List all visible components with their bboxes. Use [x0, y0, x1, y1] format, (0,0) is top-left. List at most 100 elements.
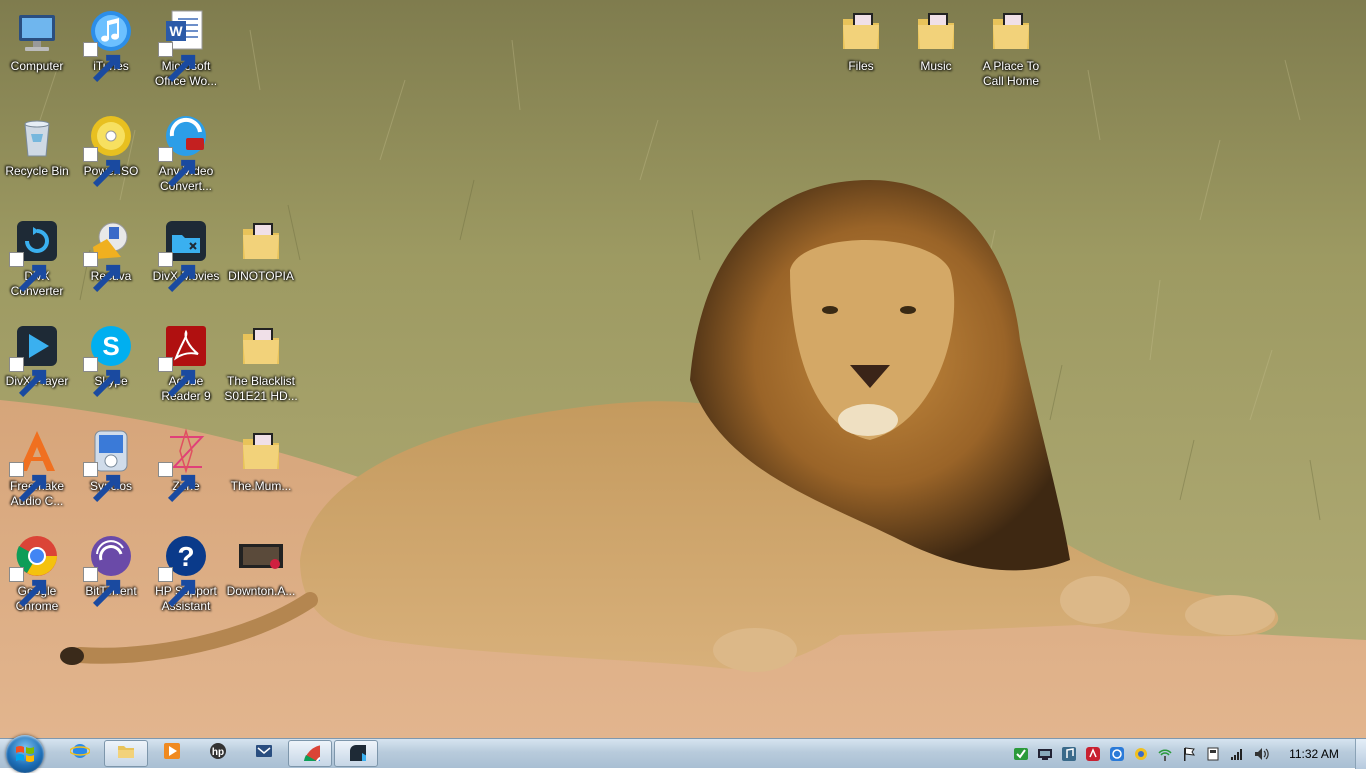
chrome-icon	[9, 532, 61, 608]
show-desktop-button[interactable]	[1355, 739, 1366, 769]
start-button[interactable]	[6, 735, 44, 773]
taskbar-button-explorer[interactable]	[104, 740, 148, 767]
security-icon[interactable]	[1133, 746, 1149, 762]
desktop-icon-label: A Place To Call Home	[982, 59, 1040, 88]
chrome-icon	[300, 741, 344, 773]
shortcut-arrow-icon	[83, 42, 121, 83]
desktop-icon-place[interactable]: A Place To Call Home	[974, 3, 1048, 103]
shortcut-arrow-icon	[9, 462, 47, 503]
video-file-icon	[237, 532, 285, 580]
media-player-icon	[162, 741, 182, 766]
shortcut-arrow-icon	[9, 357, 47, 398]
svg-text:S: S	[102, 331, 119, 361]
taskbar-button-chrome[interactable]	[288, 740, 344, 773]
desktop-icon-itunes[interactable]: iTunes	[74, 3, 148, 103]
itunes-icon	[83, 7, 135, 83]
desktop-icon-poweriso[interactable]: PowerISO	[74, 108, 148, 208]
bluetooth-icon[interactable]	[1109, 746, 1125, 762]
taskbar-button-hp[interactable]: hp	[196, 740, 240, 767]
shortcut-arrow-icon	[158, 567, 196, 608]
desktop-icon-word[interactable]: W Microsoft Office Wo...	[149, 3, 223, 103]
divx-movies-icon	[158, 217, 210, 293]
desktop-icon-zune[interactable]: Zune	[149, 423, 223, 523]
desktop-icon-files[interactable]: Files	[824, 3, 898, 103]
recycle-bin-icon	[13, 112, 61, 160]
taskbar-button-divx[interactable]	[334, 740, 390, 773]
folder-icon	[837, 7, 885, 55]
shortcut-arrow-icon	[158, 252, 196, 293]
divx-converter-icon	[9, 217, 61, 293]
desktop-icon-divxconv[interactable]: DivX Converter	[0, 213, 74, 313]
shortcut-arrow-icon	[9, 567, 47, 608]
shortcut-arrow-icon	[83, 567, 121, 608]
mail-icon	[254, 741, 274, 766]
freemake-icon	[9, 427, 61, 503]
folder-icon	[237, 217, 285, 265]
desktop-icon-music[interactable]: Music	[899, 3, 973, 103]
adobe-reader-icon	[158, 322, 210, 398]
desktop-icon-dinotopia[interactable]: DINOTOPIA	[224, 213, 298, 313]
desktop-icon-recuva[interactable]: Recuva	[74, 213, 148, 313]
taskbar-button-mediaplayer[interactable]	[150, 740, 194, 767]
desktop-icon-label: The.Mum...	[230, 479, 292, 493]
taskbar-button-ie[interactable]	[58, 740, 102, 767]
zune-icon	[158, 427, 210, 503]
svg-text:hp: hp	[212, 747, 224, 758]
folder-icon	[987, 7, 1035, 55]
divx-player-icon	[9, 322, 61, 398]
desktop-icon-freemake[interactable]: Freemake Audio C...	[0, 423, 74, 523]
music-note-icon[interactable]	[1061, 746, 1077, 762]
shortcut-arrow-icon	[158, 357, 196, 398]
bittorrent-icon	[83, 532, 135, 608]
any-video-converter-icon	[158, 112, 210, 188]
taskbar: hp 11:32 AM	[0, 735, 1366, 773]
desktop-icon-mummy[interactable]: The.Mum...	[224, 423, 298, 523]
internet-explorer-icon	[69, 741, 91, 766]
green-app-icon[interactable]	[1013, 746, 1029, 762]
desktop-icon-adobe[interactable]: Adobe Reader 9	[149, 318, 223, 418]
desktop-icon-label: Downton.A...	[226, 584, 296, 598]
desktop-icon-recycle[interactable]: Recycle Bin	[0, 108, 74, 208]
word-icon: W	[158, 7, 210, 83]
signal-bars-icon[interactable]	[1229, 746, 1245, 762]
desktop-icon-bittorrent[interactable]: BitTorrent	[74, 528, 148, 628]
folder-icon	[237, 322, 285, 370]
action-center-flag-icon[interactable]	[1181, 746, 1197, 762]
taskbar-button-mail[interactable]	[242, 740, 286, 767]
desktop-icon-divxmovies[interactable]: DivX Movies	[149, 213, 223, 313]
desktop-icon-label: Recycle Bin	[5, 164, 69, 178]
desktop-icon-skype[interactable]: S Skype	[74, 318, 148, 418]
hp-icon: hp	[208, 741, 228, 766]
desktop-icon-blacklist[interactable]: The Blacklist S01E21 HD...	[224, 318, 298, 418]
shortcut-arrow-icon	[158, 42, 196, 83]
shortcut-arrow-icon	[83, 147, 121, 188]
shortcut-arrow-icon	[158, 147, 196, 188]
folder-icon	[237, 427, 285, 475]
svg-text:W: W	[169, 23, 183, 39]
red-app-icon[interactable]	[1085, 746, 1101, 762]
shortcut-arrow-icon	[158, 462, 196, 503]
divx-player-icon	[346, 741, 390, 773]
shortcut-arrow-icon	[83, 462, 121, 503]
desktop-icon-hpsupport[interactable]: ? HP Support Assistant	[149, 528, 223, 628]
windows-explorer-icon	[116, 741, 136, 766]
volume-icon[interactable]	[1253, 746, 1269, 762]
folder-icon	[912, 7, 960, 55]
desktop-icon-divxplayer[interactable]: DivX Player	[0, 318, 74, 418]
computer-icon	[13, 7, 61, 55]
desktop-icon-computer[interactable]: Computer	[0, 3, 74, 103]
taskbar-clock[interactable]: 11:32 AM	[1276, 739, 1352, 769]
poweriso-icon	[83, 112, 135, 188]
network-device-icon[interactable]	[1037, 746, 1053, 762]
wireless-icon[interactable]	[1157, 746, 1173, 762]
windows-logo-icon	[16, 746, 34, 762]
desktop-icon-syncios[interactable]: Syncios	[74, 423, 148, 523]
desktop-icon-label: Music	[920, 59, 952, 73]
desktop-icon-label: Computer	[10, 59, 64, 73]
desktop-icon-anyvideo[interactable]: Any Video Convert...	[149, 108, 223, 208]
desktop-icon-downton[interactable]: Downton.A...	[224, 528, 298, 628]
desktop-icon-label: The Blacklist S01E21 HD...	[224, 374, 298, 403]
desktop-icon-label: Files	[848, 59, 874, 73]
desktop-icon-chrome[interactable]: Google Chrome	[0, 528, 74, 628]
device-icon[interactable]	[1205, 746, 1221, 762]
